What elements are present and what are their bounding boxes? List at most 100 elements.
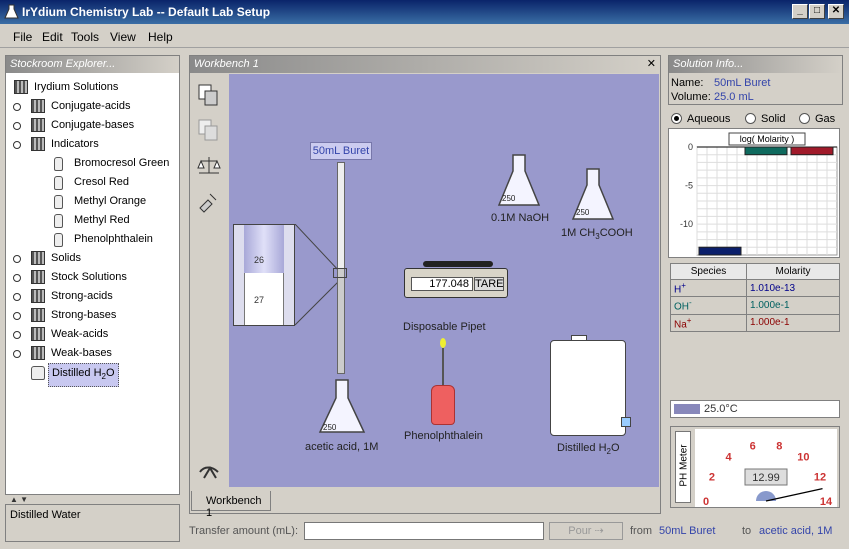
species-row: OH- 1.000e-1 <box>669 296 840 315</box>
tare-button[interactable]: TARE <box>474 277 504 291</box>
expander-icon[interactable] <box>13 293 21 301</box>
remove-tool-icon[interactable] <box>196 458 222 484</box>
tree-item-label: Solids <box>51 252 81 264</box>
molarity-chart-panel: 0 -5 -10 log( Molarity ) <box>668 128 840 258</box>
species-name: H+ <box>669 278 748 298</box>
chart-bar <box>744 146 788 156</box>
phenolphthalein-label: Phenolphthalein <box>404 430 483 442</box>
species-molarity: 1.010e-13 <box>746 278 840 298</box>
ph-tick-label: 12 <box>814 471 826 483</box>
distilled-water-jug[interactable] <box>550 335 631 436</box>
shelf-icon <box>31 289 45 303</box>
tree-item-label: Irydium Solutions <box>34 81 119 93</box>
close-button[interactable]: ✕ <box>828 4 844 19</box>
molarity-header: Molarity <box>746 263 840 280</box>
pour-button[interactable]: Pour ⇢ <box>549 522 623 540</box>
shelf-icon <box>31 346 45 360</box>
shelf-icon <box>31 327 45 341</box>
ph-label-box: PH Meter <box>675 431 691 503</box>
radio-solid[interactable] <box>745 113 756 124</box>
ph-tick-label: 14 <box>820 496 833 507</box>
expander-icon[interactable] <box>13 103 21 111</box>
distilled-water-label: Distilled H2O <box>557 442 620 457</box>
expander-icon[interactable] <box>13 331 21 339</box>
shelf-icon <box>31 251 45 265</box>
maximize-button[interactable]: □ <box>809 4 825 19</box>
ph-meter-label: PH Meter <box>678 444 690 487</box>
radio-aqueous[interactable] <box>671 113 682 124</box>
tree-item-label: Distilled H2O <box>48 363 119 388</box>
tab-workbench-1[interactable]: Workbench 1 <box>191 491 271 519</box>
copy-icon[interactable] <box>196 117 222 143</box>
expander-icon[interactable] <box>13 312 21 320</box>
ph-dial: 0 24 6 8 10 12 14 12.99 <box>695 429 837 507</box>
shelf-icon <box>31 118 45 132</box>
pipet-label: Disposable Pipet <box>403 321 486 333</box>
buret-mark-27: 27 <box>254 295 265 305</box>
buret-label: 50mL Buret <box>310 142 372 160</box>
expander-icon[interactable] <box>13 274 21 282</box>
bottle-icon <box>54 214 63 228</box>
menu-tools[interactable]: Tools <box>71 30 99 44</box>
acetic-flask-mark: 250 <box>323 423 337 432</box>
temperature-value: 25.0°C <box>704 403 738 415</box>
status-text: Distilled Water <box>10 509 81 521</box>
dropper-bulb <box>440 338 446 348</box>
scale-readout: 177.048 <box>411 277 473 291</box>
buret-zoom-view: 26 27 <box>233 224 295 326</box>
menu-file[interactable]: File <box>13 30 32 44</box>
bottle-icon <box>54 157 63 171</box>
ph-tick-label: 8 <box>776 440 782 452</box>
splitter-arrows[interactable]: ▲ ▼ <box>10 495 50 504</box>
minimize-button[interactable]: _ <box>792 4 808 19</box>
balance-scale[interactable]: 177.048 TARE <box>404 261 508 298</box>
tree-item-label: Bromocresol Green <box>74 157 170 169</box>
chart-bar <box>790 146 834 156</box>
ph-tick-label: 10 <box>797 451 809 463</box>
thermometer-bar <box>674 404 700 414</box>
shelf-icon <box>31 270 45 284</box>
to-label: to <box>742 525 752 537</box>
expander-icon[interactable] <box>13 255 21 263</box>
phase-gas: Gas <box>815 113 836 125</box>
workbench-close-icon[interactable]: ✕ <box>647 57 656 70</box>
phase-aqueous: Aqueous <box>687 113 731 125</box>
tools-edit-icon[interactable] <box>196 188 222 214</box>
ch3cooh-flask-label: 1M CH3COOH <box>561 227 633 242</box>
tree-item-label: Strong-bases <box>51 309 117 321</box>
ph-tick-label: 6 <box>750 440 756 452</box>
ph-tick-label: 0 <box>703 496 709 507</box>
title-bar: IrYdium Chemistry Lab -- Default Lab Set… <box>0 0 849 24</box>
balance-tool-icon[interactable] <box>196 153 222 179</box>
menu-view[interactable]: View <box>110 30 136 44</box>
temperature-panel: 25.0°C <box>670 400 840 418</box>
expander-icon[interactable] <box>13 122 21 130</box>
transfer-bar: Transfer amount (mL): Pour ⇢ from 50mL B… <box>189 522 843 542</box>
menu-edit[interactable]: Edit <box>42 30 63 44</box>
bottle-icon <box>54 176 63 190</box>
ph-tick-label: 4 <box>726 451 733 463</box>
tree-item-label: Conjugate-acids <box>51 100 131 112</box>
expander-icon[interactable] <box>13 141 21 149</box>
name-label: Name: <box>671 77 704 89</box>
tree-item-label: Cresol Red <box>74 176 130 188</box>
chart-title: log( Molarity ) <box>740 134 795 144</box>
solution-info-panel: Solution Info... Name: 50mL Buret Volume… <box>668 55 843 105</box>
stockroom-title: Stockroom Explorer... <box>6 56 179 73</box>
tree-item-label: Methyl Orange <box>74 195 147 207</box>
name-value: 50mL Buret <box>714 77 771 89</box>
expander-icon[interactable] <box>13 350 21 358</box>
tree-item-label: Strong-acids <box>51 290 113 302</box>
new-glassware-icon[interactable] <box>196 82 222 108</box>
bottle-icon <box>54 233 63 247</box>
tree-item-label: Indicators <box>51 138 99 150</box>
transfer-amount-input[interactable] <box>304 522 544 540</box>
naoh-flask-label: 0.1M NaOH <box>491 212 550 224</box>
molarity-chart: 0 -5 -10 log( Molarity ) <box>680 132 838 256</box>
phenolphthalein-bottle[interactable] <box>431 385 455 425</box>
flask-app-icon <box>4 4 19 19</box>
radio-gas[interactable] <box>799 113 810 124</box>
to-value: acetic acid, 1M <box>759 525 833 537</box>
menu-help[interactable]: Help <box>148 30 173 44</box>
from-label: from <box>630 525 652 537</box>
